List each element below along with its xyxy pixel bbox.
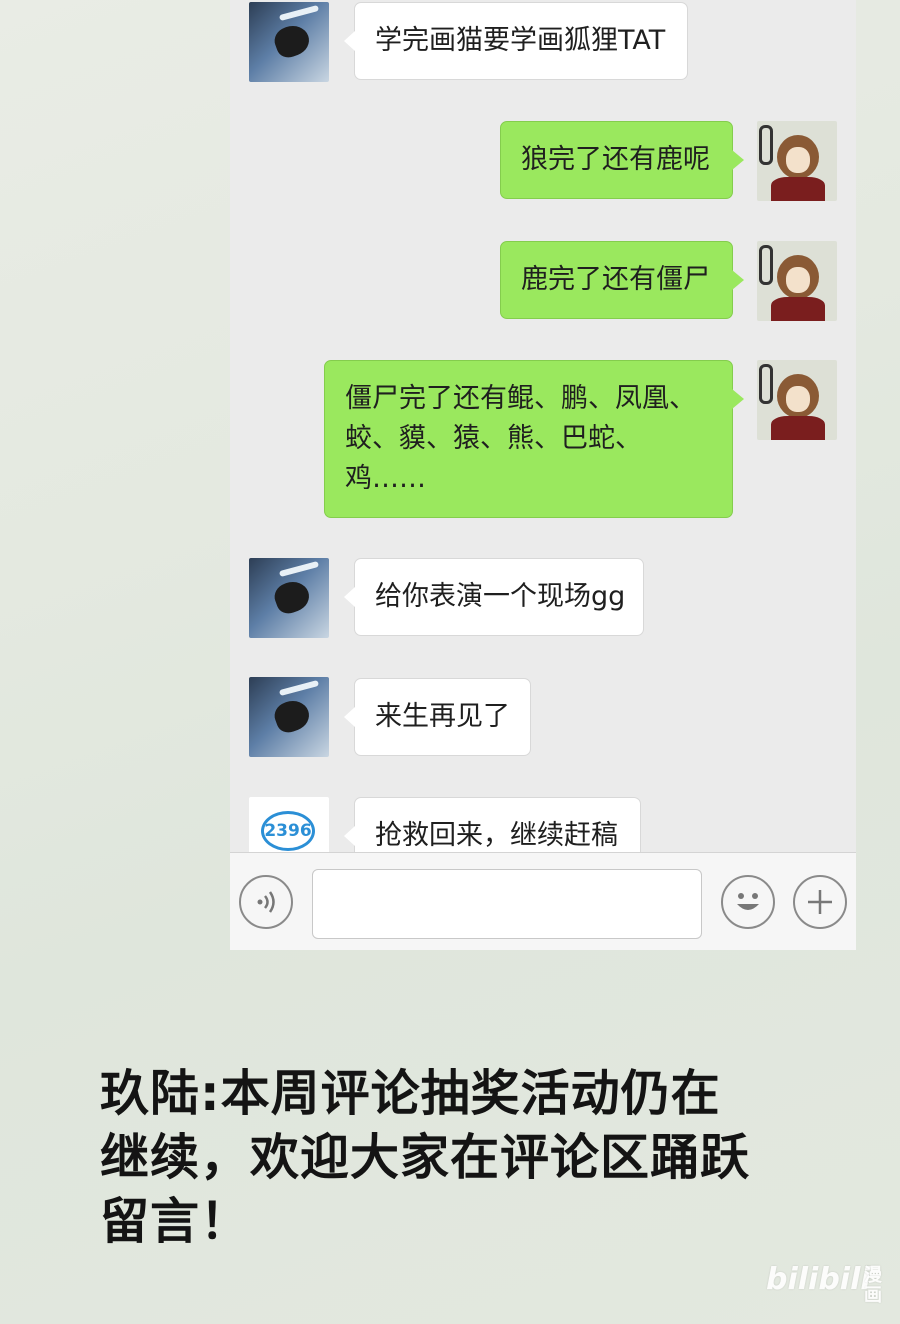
message-text: 鹿完了还有僵尸 [521,264,710,295]
message-text-line: 蛟、貘、猿、熊、巴蛇、 [345,423,642,454]
emoji-button[interactable] [721,875,775,929]
message-text: 抢救回来，继续赶稿 [375,820,618,851]
caption-line: 继续，欢迎大家在评论区踊跃 [100,1129,751,1186]
plus-icon [808,890,832,914]
message-text: 给你表演一个现场gg [375,581,626,612]
message-text: 狼完了还有鹿呢 [521,144,710,175]
message-input[interactable] [312,869,702,939]
message-received: 来生再见了 [230,677,856,767]
crow-avatar[interactable] [249,677,329,757]
message-received: 给你表演一个现场gg [230,557,856,647]
message-sent: 僵尸完了还有鲲、鹏、凤凰、 蛟、貘、猿、熊、巴蛇、 鸡…… [230,359,856,521]
message-received: 学完画猫要学画狐狸TAT [230,0,856,90]
message-text-line: 鸡…… [345,463,426,494]
message-sent: 鹿完了还有僵尸 [230,240,856,330]
message-received: 2396 抢救回来，继续赶稿 [230,796,856,852]
crow-avatar[interactable] [249,558,329,638]
chat-window: 学完画猫要学画狐狸TAT 狼完了还有鹿呢 鹿完了还有僵尸 僵尸完了还有鲲、鹏、凤 [230,0,856,950]
input-bar [230,852,856,950]
monkey-avatar[interactable] [757,360,837,440]
message-text: 来生再见了 [375,701,510,732]
caption-line: 留言！ [100,1193,251,1250]
message-bubble[interactable]: 狼完了还有鹿呢 [500,121,744,199]
emoji-icon [737,893,759,910]
message-bubble[interactable]: 僵尸完了还有鲲、鹏、凤凰、 蛟、貘、猿、熊、巴蛇、 鸡…… [324,360,744,518]
message-bubble[interactable]: 学完画猫要学画狐狸TAT [344,2,688,80]
bilibili-logo: bilibili [766,1262,871,1297]
message-bubble[interactable]: 鹿完了还有僵尸 [500,241,744,319]
message-text: 学完画猫要学画狐狸TAT [375,25,666,56]
avatar-logo-text: 2396 [264,821,312,841]
monkey-avatar[interactable] [757,121,837,201]
crow-avatar[interactable] [249,2,329,82]
caption-line: 玖陆:本周评论抽奖活动仍在 [100,1065,721,1122]
manga-tag: 漫画 [864,1265,882,1306]
message-sent: 狼完了还有鹿呢 [230,120,856,210]
message-bubble[interactable]: 抢救回来，继续赶稿 [344,797,641,852]
monkey-avatar[interactable] [757,241,837,321]
2396-logo-avatar[interactable]: 2396 [249,797,329,852]
message-list[interactable]: 学完画猫要学画狐狸TAT 狼完了还有鹿呢 鹿完了还有僵尸 僵尸完了还有鲲、鹏、凤 [230,0,856,852]
voice-button[interactable] [239,875,293,929]
message-text-line: 僵尸完了还有鲲、鹏、凤凰、 [345,383,696,414]
voice-icon [257,891,275,913]
plus-button[interactable] [793,875,847,929]
announcement-caption: 玖陆:本周评论抽奖活动仍在 继续，欢迎大家在评论区踊跃 留言！ [100,1062,820,1254]
message-bubble[interactable]: 来生再见了 [344,678,531,756]
message-bubble[interactable]: 给你表演一个现场gg [344,558,644,636]
